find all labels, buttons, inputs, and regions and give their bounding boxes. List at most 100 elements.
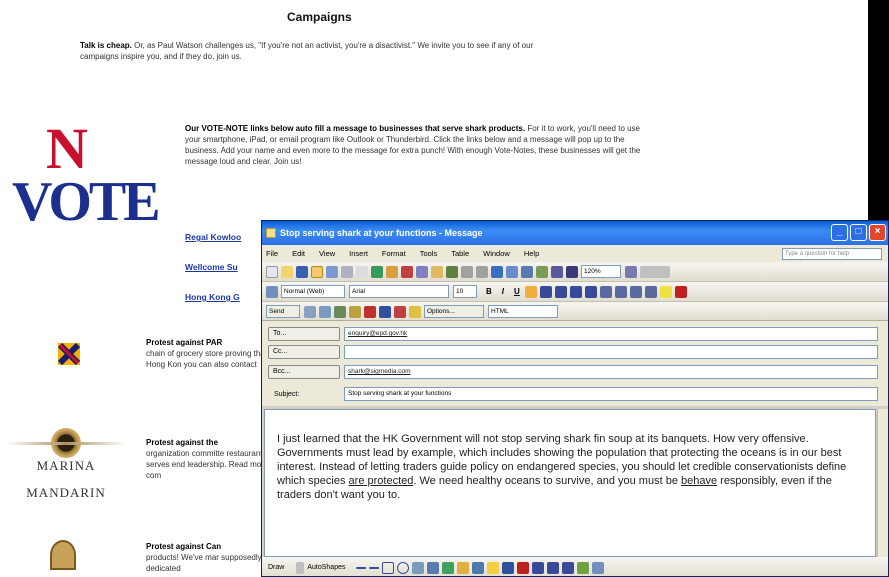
help-icon[interactable]	[625, 265, 637, 278]
align-center-icon[interactable]	[539, 285, 552, 298]
undo-icon[interactable]	[461, 265, 473, 278]
help-search-input[interactable]: Type a question for help	[782, 247, 882, 260]
bold-icon[interactable]: B	[486, 287, 492, 296]
justify-icon[interactable]	[569, 285, 582, 298]
spelling-icon[interactable]	[371, 265, 383, 278]
link-wellcome[interactable]: Wellcome Su	[185, 262, 238, 272]
email-icon[interactable]	[326, 265, 338, 278]
highlight-icon[interactable]	[659, 285, 672, 298]
styles-icon[interactable]	[266, 285, 278, 298]
maximize-button[interactable]: □	[850, 224, 867, 241]
print-preview-icon[interactable]	[356, 265, 368, 278]
clipart-icon[interactable]	[456, 561, 469, 574]
close-button[interactable]: ×	[869, 224, 886, 241]
numbering-icon[interactable]	[599, 285, 612, 298]
minimize-button[interactable]: _	[831, 224, 848, 241]
hyperlink-icon[interactable]	[491, 265, 503, 278]
attach-icon[interactable]	[349, 305, 361, 318]
menu-insert[interactable]: Insert	[349, 249, 368, 258]
link-regal-kowloon[interactable]: Regal Kowloo	[185, 232, 241, 242]
redo-icon[interactable]	[476, 265, 488, 278]
new-icon[interactable]	[266, 265, 278, 278]
permission-icon[interactable]	[311, 265, 323, 278]
menu-edit[interactable]: Edit	[292, 249, 305, 258]
menu-tools[interactable]: Tools	[420, 249, 438, 258]
font-size-select[interactable]: 10	[453, 285, 477, 298]
format-painter-icon[interactable]	[446, 265, 458, 278]
address-book-icon[interactable]	[319, 305, 331, 318]
fill-color-icon[interactable]	[486, 561, 499, 574]
menu-help[interactable]: Help	[524, 249, 539, 258]
style-select[interactable]: Normal (Web)	[281, 285, 345, 298]
wordart-icon[interactable]	[426, 561, 439, 574]
align-left-icon[interactable]	[524, 285, 537, 298]
menu-view[interactable]: View	[319, 249, 335, 258]
textbox-icon[interactable]	[411, 561, 424, 574]
line-spacing-icon[interactable]	[584, 285, 597, 298]
to-button[interactable]: To...	[268, 327, 340, 341]
bcc-field[interactable]: shark@sigmedia.com	[344, 365, 878, 379]
copy-icon[interactable]	[416, 265, 428, 278]
columns-icon[interactable]	[551, 265, 563, 278]
line-style-icon[interactable]	[531, 561, 544, 574]
shadow-icon[interactable]	[576, 561, 589, 574]
line-color-icon[interactable]	[501, 561, 514, 574]
arrow-icon[interactable]	[368, 566, 379, 569]
paste-icon[interactable]	[431, 265, 443, 278]
text-color-icon[interactable]	[516, 561, 529, 574]
picture-icon[interactable]	[471, 561, 484, 574]
email-compose-window[interactable]: Stop serving shark at your functions - M…	[261, 220, 889, 577]
bullets-icon[interactable]	[614, 285, 627, 298]
options-button[interactable]: Options...	[424, 305, 484, 318]
message-body[interactable]: I just learned that the HK Government wi…	[264, 409, 876, 557]
menu-table[interactable]: Table	[451, 249, 469, 258]
menu-file[interactable]: File	[266, 249, 278, 258]
link-hong-kong[interactable]: Hong Kong G	[185, 292, 240, 302]
3d-icon[interactable]	[591, 561, 604, 574]
message-format-select[interactable]: HTML	[488, 305, 558, 318]
high-importance-icon[interactable]	[364, 305, 376, 318]
send-button[interactable]: Send	[266, 305, 300, 318]
low-importance-icon[interactable]	[379, 305, 391, 318]
font-color-icon[interactable]	[674, 285, 687, 298]
docmap-icon[interactable]	[566, 265, 578, 278]
underline-icon[interactable]: U	[514, 287, 520, 296]
cc-field[interactable]	[344, 345, 878, 359]
draw-menu[interactable]: Draw	[268, 564, 284, 571]
open-icon[interactable]	[281, 265, 293, 278]
save-icon[interactable]	[296, 265, 308, 278]
vertical-scrollbar[interactable]	[877, 409, 888, 557]
cut-icon[interactable]	[401, 265, 413, 278]
read-icon[interactable]	[640, 265, 670, 278]
research-icon[interactable]	[386, 265, 398, 278]
zoom-select[interactable]: 120%	[581, 265, 621, 278]
oval-icon[interactable]	[396, 561, 409, 574]
italic-icon[interactable]: I	[502, 287, 504, 296]
increase-indent-icon[interactable]	[644, 285, 657, 298]
diagram-icon[interactable]	[441, 561, 454, 574]
select-objects-icon[interactable]	[296, 561, 305, 574]
flag-icon[interactable]	[394, 305, 406, 318]
to-field[interactable]: enquiry@epd.gov.hk	[344, 327, 878, 341]
menu-window[interactable]: Window	[483, 249, 510, 258]
font-select[interactable]: Arial	[349, 285, 449, 298]
title-bar[interactable]: Stop serving shark at your functions - M…	[262, 221, 888, 245]
subject-field[interactable]: Stop serving shark at your functions	[344, 387, 878, 401]
decrease-indent-icon[interactable]	[629, 285, 642, 298]
insert-table-icon[interactable]	[521, 265, 533, 278]
arrow-style-icon[interactable]	[561, 561, 574, 574]
rectangle-icon[interactable]	[381, 561, 394, 574]
accounts-icon[interactable]	[304, 305, 316, 318]
print-icon[interactable]	[341, 265, 353, 278]
align-right-icon[interactable]	[554, 285, 567, 298]
line-icon[interactable]	[355, 566, 366, 569]
tables-icon[interactable]	[506, 265, 518, 278]
insert-file-icon[interactable]	[409, 305, 421, 318]
menu-format[interactable]: Format	[382, 249, 406, 258]
dash-style-icon[interactable]	[546, 561, 559, 574]
autoshapes-menu[interactable]: AutoShapes	[307, 564, 345, 571]
bcc-button[interactable]: Bcc...	[268, 365, 340, 379]
excel-icon[interactable]	[536, 265, 548, 278]
cc-button[interactable]: Cc...	[268, 345, 340, 359]
check-names-icon[interactable]	[334, 305, 346, 318]
